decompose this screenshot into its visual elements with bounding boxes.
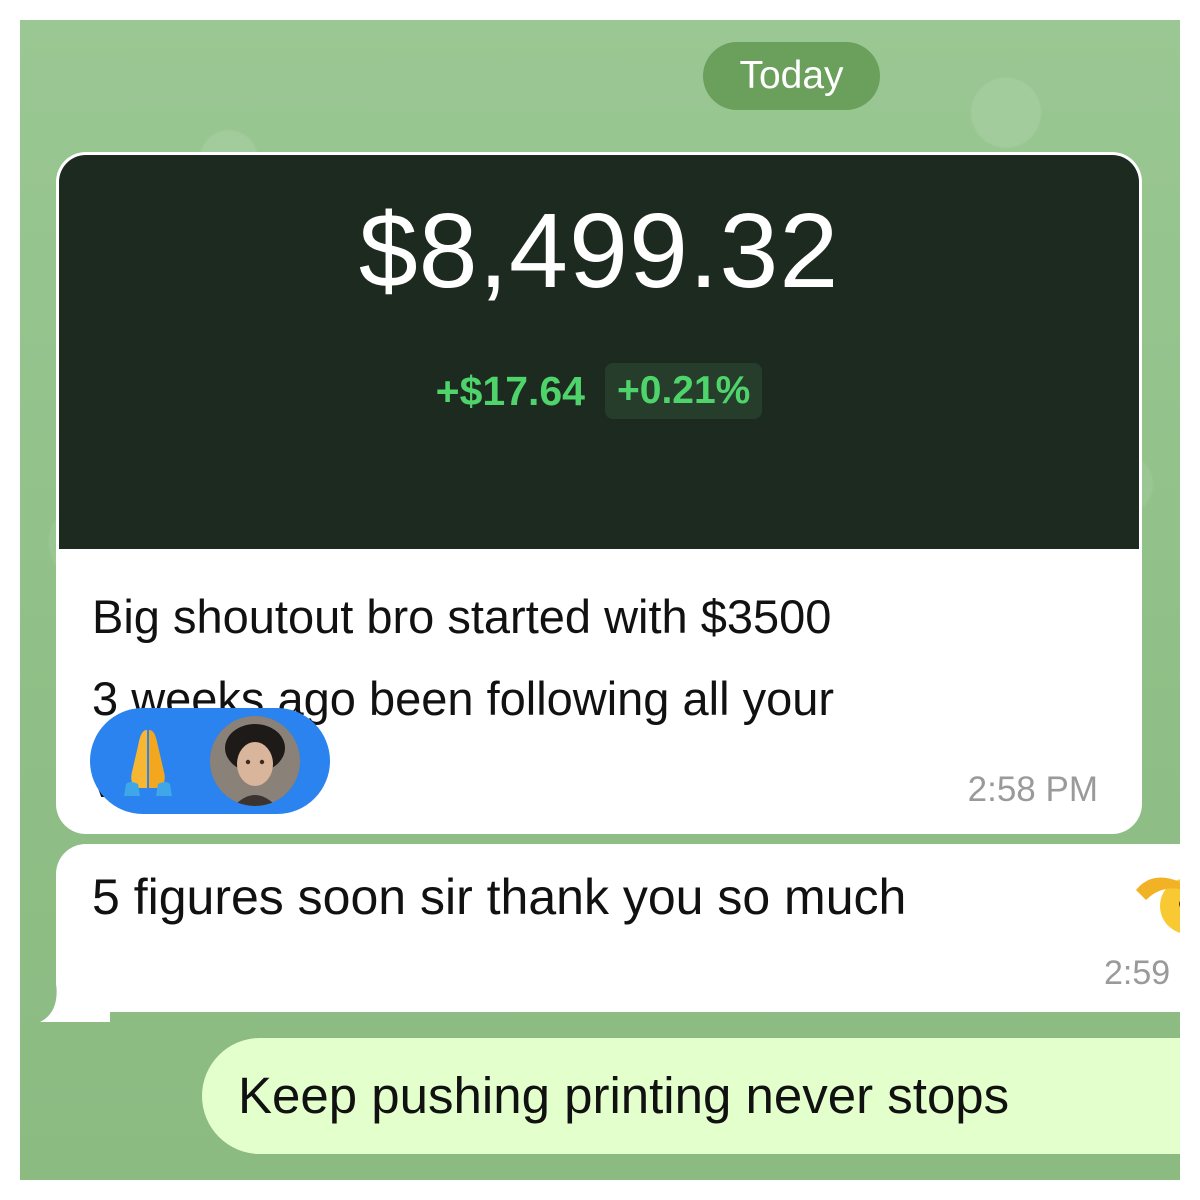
message-timestamp: 2:58 PM: [967, 770, 1098, 809]
change-amount: +$17.64: [435, 367, 585, 414]
message-bubble-incoming[interactable]: $8,499.32 +$17.64 +0.21% Big shoutout br…: [56, 152, 1142, 834]
date-divider: Today: [703, 42, 880, 110]
portfolio-change: +$17.64 +0.21%: [59, 363, 1139, 419]
message-bubble-outgoing[interactable]: Keep pushing printing never stops: [202, 1038, 1180, 1154]
message-text: 5 figures soon sir thank you so much: [92, 869, 907, 925]
change-percent-badge: +0.21%: [605, 363, 763, 419]
chat-background: Today $8,499.32 +$17.64 +0.21% Big shout…: [20, 20, 1180, 1180]
message-line: Big shoutout bro started with $3500: [92, 590, 832, 643]
message-timestamp: 2:59: [1104, 954, 1171, 992]
folded-hands-emoji-icon: [124, 730, 172, 796]
saluting-face-emoji-icon: [1136, 877, 1180, 933]
reactor-avatar[interactable]: [210, 716, 300, 806]
reaction-badge[interactable]: [90, 708, 330, 814]
portfolio-balance: $8,499.32: [358, 192, 840, 310]
avatar-photo-icon: [210, 716, 300, 806]
portfolio-screenshot-image[interactable]: $8,499.32 +$17.64 +0.21%: [59, 155, 1139, 549]
message-text: Keep pushing printing never stops: [238, 1067, 1010, 1124]
date-divider-label: Today: [739, 54, 844, 97]
message-bubble-incoming[interactable]: 5 figures soon sir thank you so much 2:5…: [56, 844, 1180, 1012]
